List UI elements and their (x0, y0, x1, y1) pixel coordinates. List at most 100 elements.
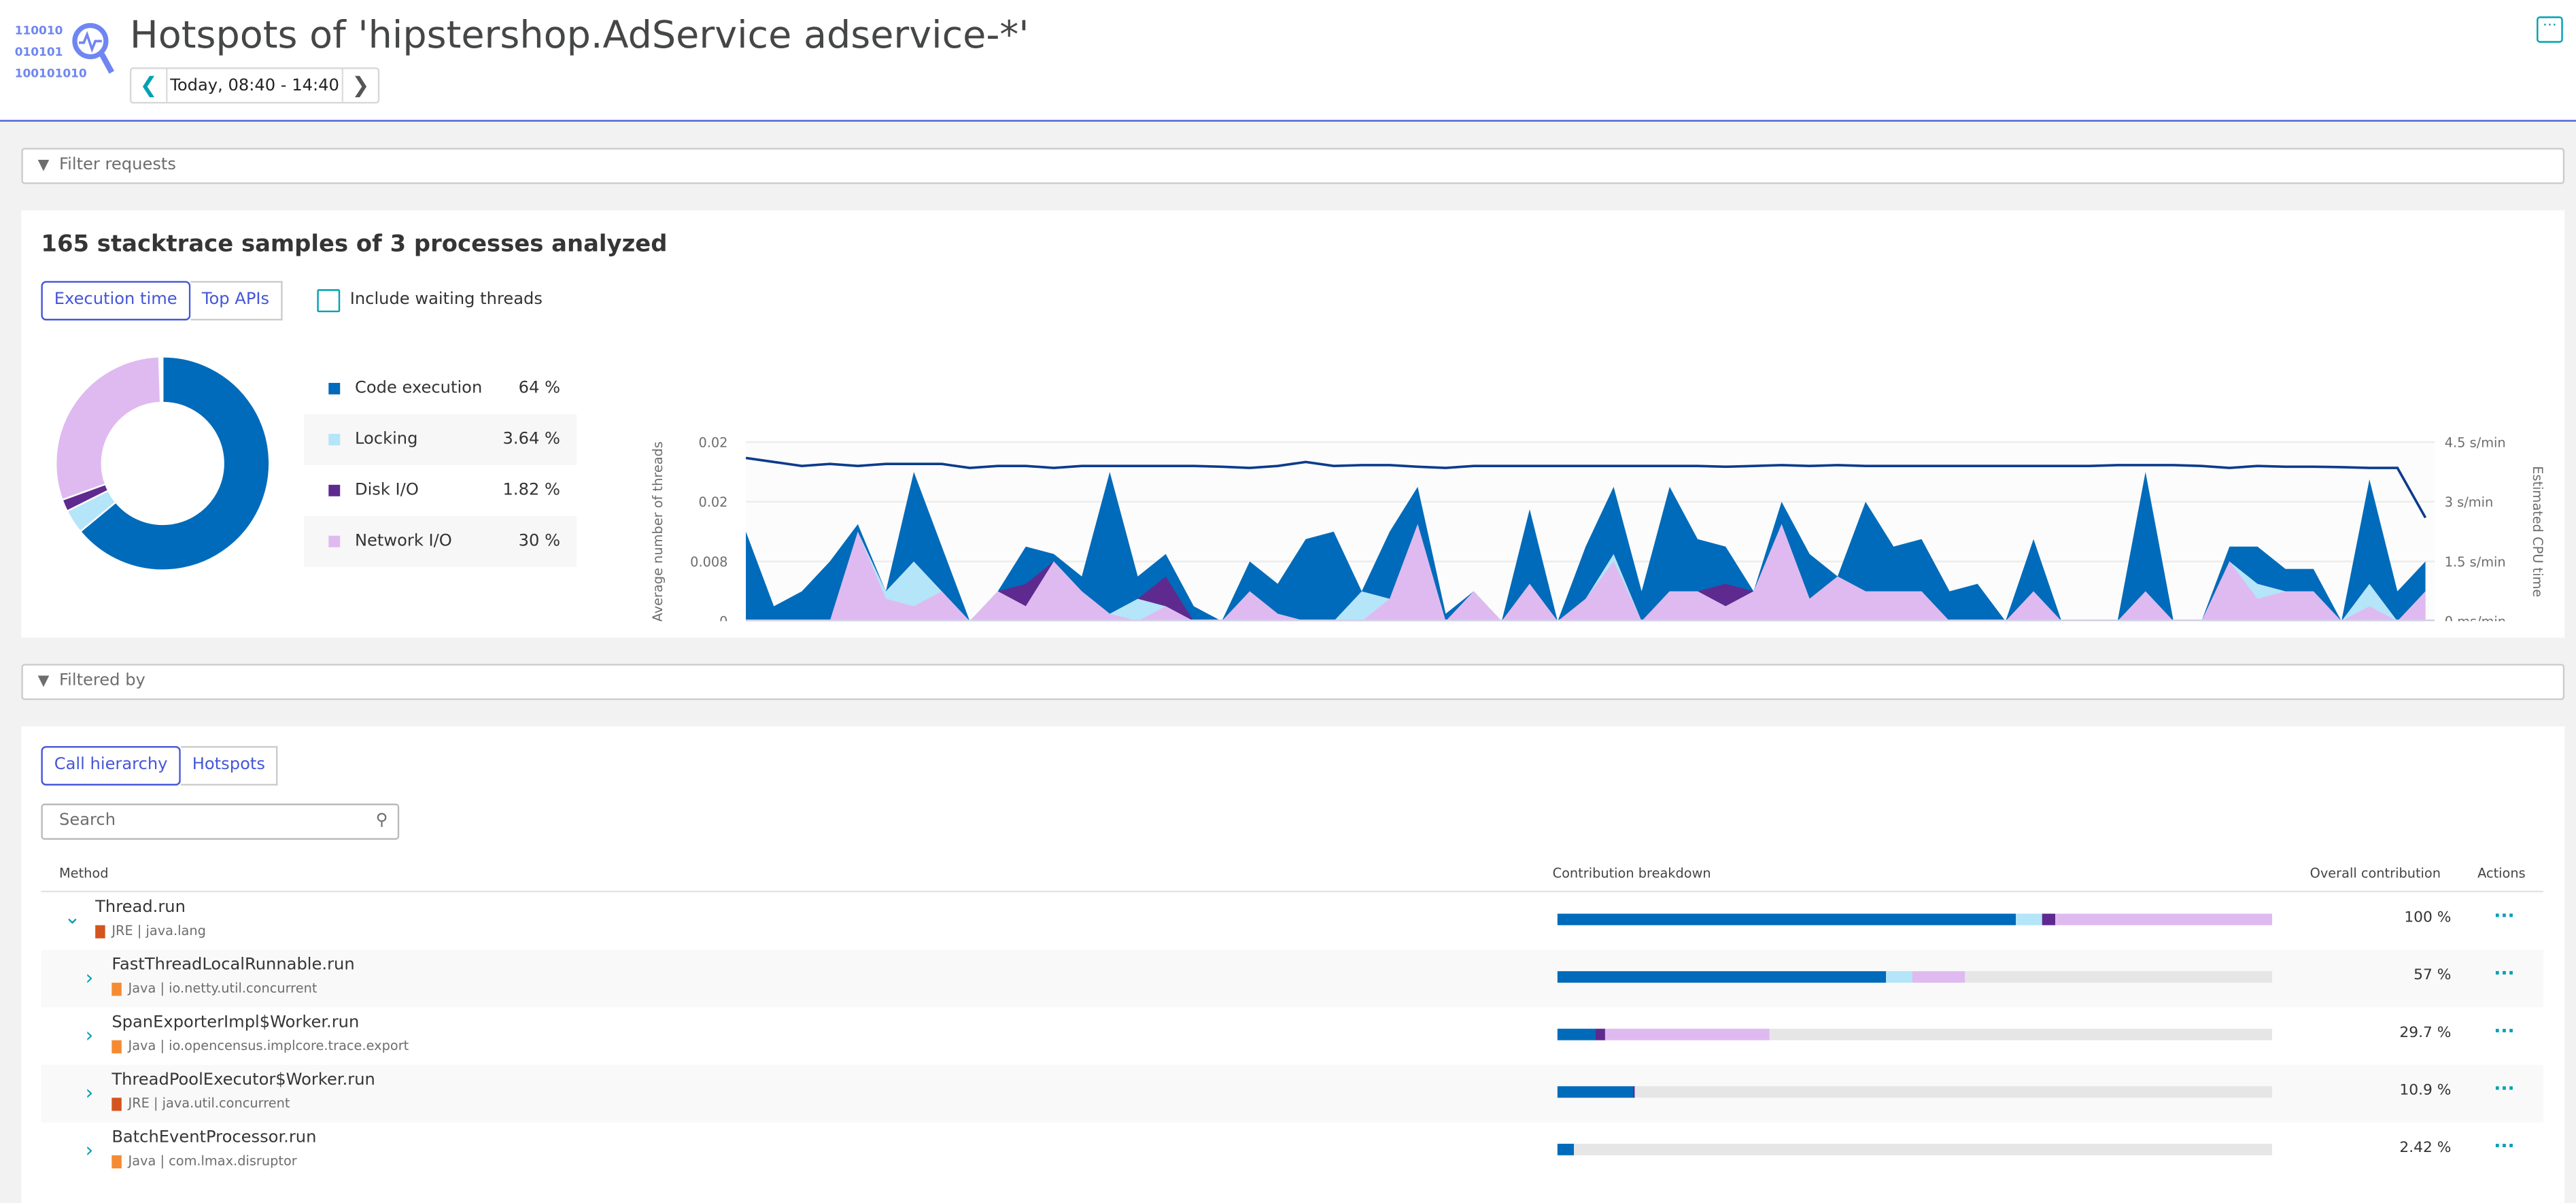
breakdown-legend-item: Network I/O 30 % (304, 515, 577, 567)
y-tick-label: 0.008 (690, 554, 727, 570)
tab-hotspots[interactable]: Hotspots (180, 746, 279, 786)
search-input[interactable]: Search ⚲ (41, 803, 400, 840)
row-actions-button[interactable]: ··· (2494, 1136, 2514, 1157)
overall-contribution: 100 % (2404, 910, 2452, 927)
next-timeframe-button[interactable]: ❯ (343, 69, 378, 101)
contribution-bar (1557, 913, 2273, 926)
filter-requests-input[interactable]: ▼ Filter requests (21, 148, 2565, 184)
legend-value: 3.64 % (502, 430, 561, 449)
technology-icon (111, 981, 122, 996)
chevron-right-icon[interactable]: › (86, 1023, 94, 1047)
method-name[interactable]: ThreadPoolExecutor$Worker.run (111, 1072, 375, 1090)
breakdown-segment-network (1912, 971, 1966, 983)
method-subtitle: JRE | java.lang (95, 924, 206, 938)
breakdown-segment-disk (1633, 1086, 1636, 1098)
y2-axis-label: Estimated CPU time (2530, 466, 2545, 597)
y2-tick-label: 3 s/min (2445, 494, 2493, 510)
filter-icon: ▼ (37, 157, 50, 175)
breakdown-legend-item: Disk I/O 1.82 % (304, 464, 577, 516)
donut-slice-network[interactable] (54, 356, 162, 501)
row-actions-button[interactable]: ··· (2494, 1021, 2514, 1042)
summary-panel: 165 stacktrace samples of 3 processes an… (21, 210, 2565, 638)
filtered-by-input[interactable]: ▼ Filtered by (21, 664, 2565, 700)
column-overall[interactable]: Overall contribution (2310, 866, 2441, 881)
method-package: JRE | java.util.concurrent (128, 1096, 290, 1111)
table-row[interactable]: › BatchEventProcessor.run Java | com.lma… (41, 1122, 2543, 1180)
row-actions-button[interactable]: ··· (2494, 963, 2514, 984)
previous-timeframe-button[interactable]: ❮ (131, 69, 166, 101)
legend-swatch (328, 484, 341, 496)
row-actions-button[interactable]: ··· (2494, 905, 2514, 926)
chevron-right-icon[interactable]: › (86, 966, 94, 989)
timeframe-label[interactable]: Today, 08:40 - 14:40 (166, 69, 344, 102)
hotspots-logo-icon: 110010 010101 100101010 (15, 21, 117, 100)
method-package: Java | io.opencensus.implcore.trace.expo… (128, 1038, 409, 1053)
method-name[interactable]: SpanExporterImpl$Worker.run (111, 1014, 359, 1032)
breakdown-segment-disk (1595, 1028, 1606, 1040)
samples-heading: 165 stacktrace samples of 3 processes an… (41, 231, 668, 258)
column-breakdown: Contribution breakdown (1552, 866, 1711, 881)
method-subtitle: Java | com.lmax.disruptor (111, 1153, 297, 1168)
legend-value: 30 % (518, 532, 561, 551)
contribution-bar (1557, 1143, 2273, 1155)
breakdown-segment-locking (1886, 971, 1913, 983)
tab-call-hierarchy[interactable]: Call hierarchy (41, 746, 181, 786)
technology-icon (95, 924, 105, 938)
chevron-down-icon[interactable]: ⌄ (64, 905, 80, 928)
technology-icon (111, 1097, 122, 1111)
column-method[interactable]: Method (59, 866, 109, 881)
breakdown-segment-code (1557, 971, 1887, 983)
more-options-button[interactable]: ··· (2537, 16, 2563, 43)
filtered-by-placeholder: Filtered by (58, 672, 145, 690)
y2-tick-label: 1.5 s/min (2445, 554, 2506, 570)
tab-execution-time[interactable]: Execution time (41, 281, 190, 321)
legend-label: Disk I/O (354, 481, 419, 500)
include-waiting-checkbox[interactable] (317, 289, 341, 313)
method-subtitle: Java | io.netty.util.concurrent (111, 981, 317, 996)
overall-contribution: 10.9 % (2399, 1083, 2452, 1100)
table-row[interactable]: ⌄ Thread.run JRE | java.lang 100 % ··· (41, 892, 2543, 950)
legend-label: Network I/O (354, 532, 452, 551)
overall-contribution: 2.42 % (2399, 1140, 2452, 1157)
execution-donut-chart (54, 356, 271, 571)
legend-swatch (328, 383, 341, 394)
table-row[interactable]: › FastThreadLocalRunnable.run Java | io.… (41, 949, 2543, 1008)
method-name[interactable]: BatchEventProcessor.run (111, 1129, 316, 1147)
legend-label: Locking (354, 430, 418, 449)
y2-tick-label: 4.5 s/min (2445, 435, 2506, 450)
y-tick-label: 0.02 (698, 435, 727, 450)
table-row[interactable]: › SpanExporterImpl$Worker.run Java | io.… (41, 1007, 2543, 1065)
search-icon: ⚲ (375, 811, 388, 830)
overall-contribution: 57 % (2414, 968, 2452, 985)
contribution-bar (1557, 1086, 2273, 1098)
column-actions: Actions (2477, 866, 2526, 881)
technology-icon (111, 1154, 122, 1168)
chevron-right-icon[interactable]: › (86, 1139, 94, 1162)
breakdown-segment-disk (2042, 913, 2055, 926)
y-tick-label: 0 (719, 614, 727, 622)
search-placeholder: Search (58, 811, 116, 830)
tab-top-apis[interactable]: Top APIs (190, 281, 283, 321)
filter-placeholder: Filter requests (58, 156, 176, 175)
hierarchy-tabs: Call hierarchy Hotspots (41, 746, 279, 786)
breakdown-legend-item: Code execution 64 % (304, 363, 577, 414)
method-package: JRE | java.lang (111, 924, 206, 938)
y-axis-label: Average number of threads (650, 441, 666, 621)
include-waiting-label: Include waiting threads (349, 290, 543, 309)
method-subtitle: Java | io.opencensus.implcore.trace.expo… (111, 1038, 409, 1053)
legend-swatch (328, 535, 341, 547)
timeframe-selector[interactable]: ❮ Today, 08:40 - 14:40 ❯ (129, 67, 380, 104)
contribution-bar (1557, 971, 2273, 983)
table-row[interactable]: › ThreadPoolExecutor$Worker.run JRE | ja… (41, 1064, 2543, 1123)
legend-swatch (328, 433, 341, 445)
row-actions-button[interactable]: ··· (2494, 1078, 2514, 1099)
method-name[interactable]: FastThreadLocalRunnable.run (111, 956, 354, 975)
method-package: Java | io.netty.util.concurrent (128, 981, 317, 996)
overall-contribution: 29.7 % (2399, 1025, 2452, 1043)
method-name[interactable]: Thread.run (95, 899, 186, 917)
breakdown-legend-item: Locking 3.64 % (304, 413, 577, 465)
breakdown-segment-code (1557, 1086, 1634, 1098)
breakdown-segment-network (2055, 913, 2271, 926)
breakdown-segment-code (1557, 913, 2016, 926)
chevron-right-icon[interactable]: › (86, 1081, 94, 1104)
